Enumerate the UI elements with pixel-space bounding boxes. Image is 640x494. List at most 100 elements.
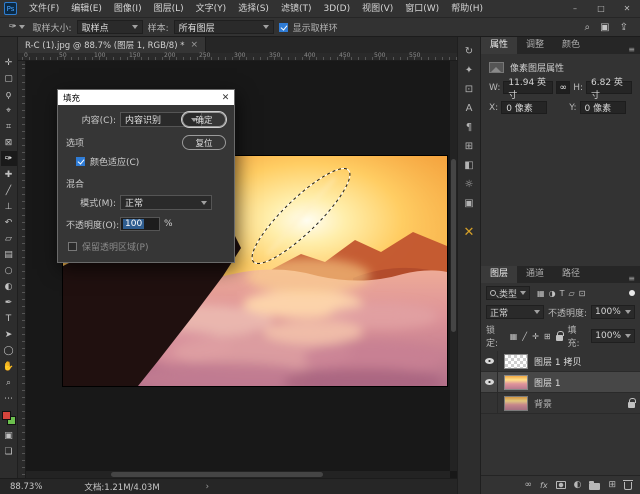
type-filter-icon[interactable]: T bbox=[560, 289, 565, 298]
panel-menu-icon[interactable]: ≡ bbox=[628, 45, 640, 54]
delete-layer-icon[interactable] bbox=[624, 482, 632, 490]
edit-toolbar-button[interactable]: ⋯ bbox=[1, 391, 17, 406]
reset-button[interactable]: 复位 bbox=[182, 135, 226, 150]
canvas-area[interactable]: 填充 ✕ 确定 复位 内容(C): bbox=[26, 61, 457, 478]
foreground-color-swatch[interactable] bbox=[2, 411, 11, 420]
share-icon[interactable]: ⇪ bbox=[620, 22, 628, 33]
visibility-toggle[interactable] bbox=[481, 351, 498, 371]
horizontal-scrollbar[interactable] bbox=[26, 471, 450, 478]
panel-menu-icon[interactable]: ≡ bbox=[628, 274, 640, 283]
layer-filter-select[interactable]: 类型 bbox=[486, 286, 530, 300]
layer-thumbnail[interactable] bbox=[504, 396, 528, 411]
background-lock-icon[interactable] bbox=[628, 402, 635, 408]
x-field[interactable]: 0 像素 bbox=[501, 101, 547, 114]
shape-tool[interactable]: ◯ bbox=[1, 343, 17, 358]
lock-transparent-icon[interactable]: ▦ bbox=[510, 332, 518, 341]
layer-thumbnail[interactable] bbox=[504, 354, 528, 369]
minimize-button[interactable]: – bbox=[562, 0, 588, 18]
adjustments-panel-icon[interactable]: ◧ bbox=[464, 161, 473, 171]
width-field[interactable]: 11.94 英寸 bbox=[503, 81, 553, 94]
menu-help[interactable]: 帮助(H) bbox=[445, 0, 489, 18]
lock-paint-icon[interactable]: ╱ bbox=[522, 332, 527, 341]
lasso-tool[interactable]: ϙ bbox=[1, 87, 17, 102]
crop-tool[interactable]: ⌗ bbox=[1, 119, 17, 134]
tab-adjustments[interactable]: 调整 bbox=[517, 37, 553, 54]
maximize-button[interactable]: □ bbox=[588, 0, 614, 18]
search-icon[interactable]: ⌕ bbox=[585, 22, 591, 33]
sample-size-select[interactable]: 取样点 bbox=[77, 20, 143, 34]
paragraph-panel-icon[interactable]: ¶ bbox=[466, 123, 472, 133]
pen-tool[interactable]: ✒ bbox=[1, 295, 17, 310]
tab-properties[interactable]: 属性 bbox=[481, 37, 517, 54]
mode-select[interactable]: 正常 bbox=[120, 195, 212, 210]
ok-button[interactable]: 确定 bbox=[182, 112, 226, 127]
hand-tool[interactable]: ✋ bbox=[1, 359, 17, 374]
quick-mask-button[interactable]: ▣ bbox=[1, 428, 17, 443]
history-brush-tool[interactable]: ↶ bbox=[1, 215, 17, 230]
healing-brush-tool[interactable]: ✚ bbox=[1, 167, 17, 182]
tab-channels[interactable]: 通道 bbox=[517, 266, 553, 283]
path-selection-tool[interactable]: ➤ bbox=[1, 327, 17, 342]
menu-type[interactable]: 文字(Y) bbox=[190, 0, 233, 18]
layer-row[interactable]: 图层 1 拷贝 bbox=[481, 351, 640, 372]
fill-select[interactable]: 100% bbox=[591, 329, 635, 343]
zoom-level-field[interactable]: 88.73% bbox=[10, 482, 42, 492]
layer-thumbnail[interactable] bbox=[504, 375, 528, 390]
clone-stamp-tool[interactable]: ⊥ bbox=[1, 199, 17, 214]
tab-close-icon[interactable]: × bbox=[190, 40, 198, 50]
pixel-filter-icon[interactable]: ▦ bbox=[537, 289, 545, 298]
layer-effects-icon[interactable]: fx bbox=[540, 481, 548, 490]
character-panel-icon[interactable]: A bbox=[466, 104, 473, 114]
menu-layer[interactable]: 图层(L) bbox=[148, 0, 190, 18]
color-adaptation-checkbox[interactable] bbox=[76, 157, 85, 166]
dodge-tool[interactable]: ◐ bbox=[1, 279, 17, 294]
fill-dialog-titlebar[interactable]: 填充 ✕ bbox=[58, 90, 234, 105]
filter-toggle-icon[interactable] bbox=[629, 290, 635, 296]
lock-all-icon[interactable] bbox=[556, 335, 563, 341]
learn-panel-icon[interactable]: ☼ bbox=[465, 180, 474, 190]
layer-name[interactable]: 图层 1 拷贝 bbox=[534, 355, 581, 368]
current-tool-icon[interactable]: ✑ bbox=[6, 22, 28, 32]
eraser-tool[interactable]: ▱ bbox=[1, 231, 17, 246]
link-dimensions-icon[interactable]: ∞ bbox=[556, 81, 570, 94]
tab-paths[interactable]: 路径 bbox=[553, 266, 589, 283]
preserve-transparency-checkbox[interactable] bbox=[68, 242, 77, 251]
plugin-x-icon[interactable]: ✕ bbox=[464, 228, 475, 238]
tab-layers[interactable]: 图层 bbox=[481, 266, 517, 283]
layer-name[interactable]: 图层 1 bbox=[534, 376, 561, 389]
blend-mode-select[interactable]: 正常 bbox=[486, 305, 544, 319]
visibility-toggle[interactable] bbox=[481, 372, 498, 392]
color-swatches[interactable] bbox=[2, 411, 16, 425]
opacity-input[interactable]: 100 bbox=[120, 217, 160, 231]
type-tool[interactable]: T bbox=[1, 311, 17, 326]
link-layers-icon[interactable]: ∞ bbox=[525, 480, 533, 490]
sample-select[interactable]: 所有图层 bbox=[174, 20, 274, 34]
menu-image[interactable]: 图像(I) bbox=[108, 0, 148, 18]
group-layers-icon[interactable] bbox=[589, 483, 600, 490]
eyedropper-tool[interactable]: ✑ bbox=[1, 151, 17, 166]
brush-settings-icon[interactable]: ✦ bbox=[465, 66, 473, 76]
gradient-tool[interactable]: ▤ bbox=[1, 247, 17, 262]
vertical-scrollbar[interactable] bbox=[450, 61, 457, 471]
layer-mask-icon[interactable] bbox=[556, 481, 566, 489]
lock-move-icon[interactable]: ✛ bbox=[532, 332, 539, 341]
close-button[interactable]: ✕ bbox=[614, 0, 640, 18]
zoom-tool[interactable]: ⌕ bbox=[1, 375, 17, 390]
screen-mode-button[interactable]: ❏ bbox=[1, 444, 17, 459]
dialog-close-icon[interactable]: ✕ bbox=[217, 93, 234, 103]
object-selection-tool[interactable]: ⌖ bbox=[1, 103, 17, 118]
menu-filter[interactable]: 滤镜(T) bbox=[275, 0, 318, 18]
menu-edit[interactable]: 编辑(E) bbox=[65, 0, 108, 18]
smart-object-filter-icon[interactable]: ⊡ bbox=[579, 289, 586, 298]
document-tab[interactable]: R-C (1).jpg @ 88.7% (图层 1, RGB/8) * × bbox=[18, 37, 206, 53]
frame-tool[interactable]: ⊠ bbox=[1, 135, 17, 150]
layer-row[interactable]: 背景 bbox=[481, 393, 640, 414]
workspace-icon[interactable]: ▣ bbox=[600, 22, 609, 33]
tab-color[interactable]: 颜色 bbox=[553, 37, 589, 54]
marquee-tool[interactable]: ▢ bbox=[1, 71, 17, 86]
menu-3d[interactable]: 3D(D) bbox=[317, 0, 356, 18]
menu-view[interactable]: 视图(V) bbox=[356, 0, 399, 18]
history-panel-icon[interactable]: ↻ bbox=[465, 47, 473, 57]
menu-file[interactable]: 文件(F) bbox=[23, 0, 65, 18]
menu-select[interactable]: 选择(S) bbox=[232, 0, 275, 18]
